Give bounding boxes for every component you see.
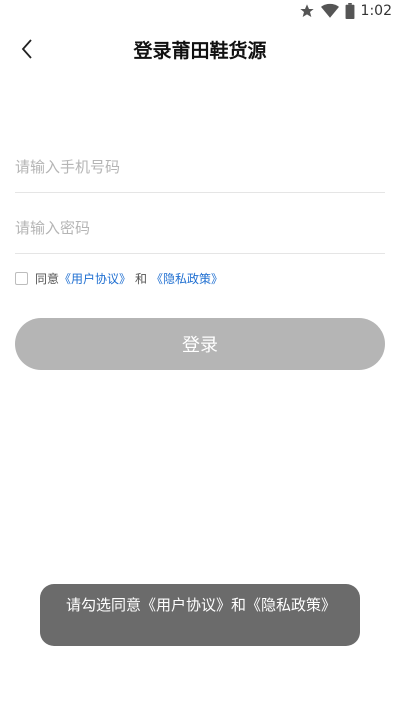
star-icon (299, 3, 315, 19)
user-agreement-link[interactable]: 《用户协议》 (59, 270, 131, 287)
status-bar: 1:02 (0, 0, 400, 24)
login-button[interactable]: 登录 (15, 318, 385, 370)
agreement-row: 同意 《用户协议》 和 《隐私政策》 (15, 270, 223, 287)
agree-prefix: 同意 (35, 272, 60, 286)
agree-and-text: 和 (135, 272, 148, 286)
battery-icon (345, 3, 355, 19)
status-time: 1:02 (360, 3, 392, 19)
page-title: 登录莆田鞋货源 (133, 40, 267, 62)
agree-checkbox[interactable] (15, 272, 28, 285)
header: 登录莆田鞋货源 (0, 30, 400, 70)
phone-input[interactable] (15, 142, 385, 192)
wifi-icon (320, 3, 339, 19)
phone-field (15, 142, 385, 193)
toast-message: 请勾选同意《用户协议》和《隐私政策》 (40, 584, 360, 646)
password-input[interactable] (15, 203, 385, 253)
privacy-policy-link[interactable]: 《隐私政策》 (151, 270, 223, 287)
status-icons: 1:02 (299, 3, 392, 19)
password-field (15, 203, 385, 254)
